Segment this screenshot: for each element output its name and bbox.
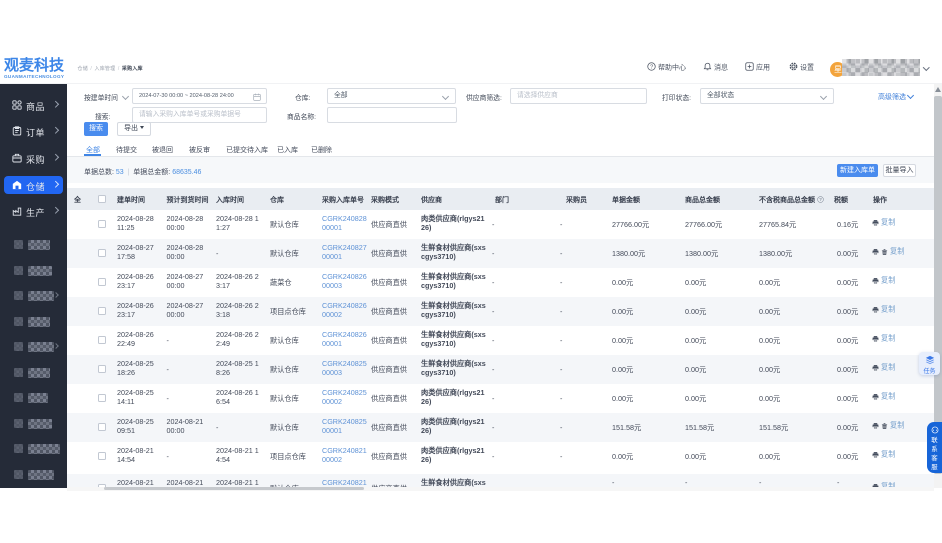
svg-text:?: ? (819, 197, 822, 202)
svg-text:?: ? (650, 64, 653, 70)
